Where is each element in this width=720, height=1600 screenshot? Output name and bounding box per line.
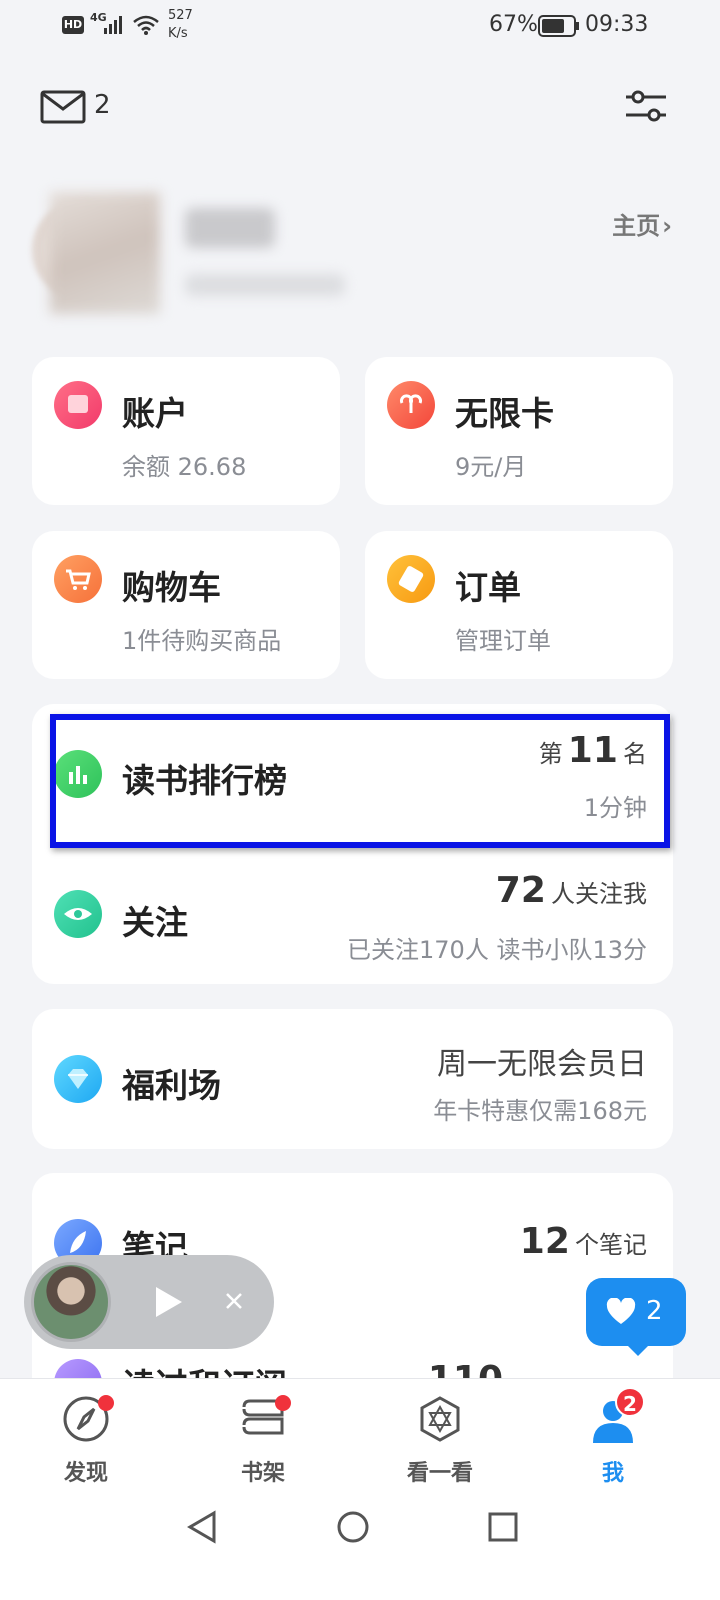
welfare-detail: 年卡特惠仅需168元 [433,1097,647,1125]
hd-label: HD [63,18,83,31]
eye-icon [54,890,102,938]
cart-subtitle: 1件待购买商品 [122,627,282,655]
wallet-icon [54,381,102,429]
follow-row[interactable]: 关注 72 人关注我 已关注170人 读书小队13分 [32,844,673,984]
cart-card[interactable]: 购物车 1件待购买商品 [32,531,340,679]
diamond-icon [54,1055,102,1103]
messages-button[interactable]: 2 [40,88,120,128]
notes-count: 12 个笔记 [520,1221,647,1262]
avatar-blur-photo [50,192,160,314]
followers-count: 72 人关注我 [496,870,647,911]
album-cover[interactable] [31,1262,111,1342]
profile-section[interactable]: 主页› [30,178,680,318]
heart-icon [606,1298,636,1324]
account-balance: 余额 26.68 [122,453,247,481]
home-link[interactable]: 主页› [612,206,672,241]
net-speed-unit: K/s [168,26,188,41]
nav-me-label: 我 [601,1461,624,1486]
settings-sliders-button[interactable] [622,88,670,124]
followers-value: 72 [495,870,546,911]
system-nav-bar [0,1500,720,1600]
infinity-icon [387,381,435,429]
me-badge-count: 2 [623,1392,637,1416]
home-icon[interactable] [336,1510,370,1544]
bubble-pointer [626,1344,650,1356]
nav-discover[interactable]: 发现 [26,1395,146,1495]
notes-count-value: 12 [519,1221,570,1262]
close-icon[interactable] [224,1291,244,1315]
discover-red-dot [98,1395,114,1411]
home-link-label: 主页 [612,212,661,240]
unlimited-title: 无限卡 [455,394,554,433]
recents-icon[interactable] [487,1511,519,1543]
play-icon[interactable] [154,1285,184,1323]
nav-look-label: 看一看 [406,1461,473,1486]
unlimited-card[interactable]: 无限卡 9元/月 [365,357,673,505]
battery-icon [538,15,580,41]
nav-look[interactable]: 看一看 [380,1395,500,1495]
bottom-nav: 发现 书架 看一看 2 我 [0,1378,720,1501]
message-count: 2 [94,90,111,120]
nav-discover-label: 发现 [63,1461,108,1486]
hd-icon: HD [62,16,84,34]
chevron-right-icon: › [662,212,672,240]
order-icon [387,555,435,603]
net-speed-value: 527 [168,8,193,23]
orders-title: 订单 [455,568,521,607]
welfare-title: 福利场 [122,1066,221,1105]
sliders-icon [626,90,666,122]
cart-title: 购物车 [122,568,221,607]
nav-bookshelf[interactable]: 书架 [203,1395,323,1495]
like-bubble-button[interactable]: 2 [586,1278,686,1356]
highlight-box [50,714,670,848]
cart-icon [54,555,102,603]
follow-detail: 已关注170人 读书小队13分 [347,936,647,964]
username-blurred [185,208,275,248]
account-card[interactable]: 账户 余额 26.68 [32,357,340,505]
signal-icon [104,14,128,40]
orders-card[interactable]: 订单 管理订单 [365,531,673,679]
user-info-blurred [185,274,345,296]
bookshelf-red-dot [275,1395,291,1411]
welfare-card[interactable]: 福利场 周一无限会员日 年卡特惠仅需168元 [32,1009,673,1149]
wifi-icon [132,14,160,40]
me-badge: 2 [615,1387,645,1417]
followers-suffix: 人关注我 [551,880,647,908]
nav-me[interactable]: 2 我 [553,1387,673,1495]
back-icon[interactable] [186,1510,218,1544]
like-count: 2 [646,1296,663,1326]
follow-title: 关注 [122,903,188,942]
mail-icon [40,90,86,124]
mini-player[interactable] [24,1255,274,1349]
welfare-headline: 周一无限会员日 [437,1047,647,1082]
nav-bookshelf-label: 书架 [240,1461,285,1486]
notes-count-suffix: 个笔记 [575,1231,647,1259]
battery-percent: 67% [489,12,538,37]
unlimited-price: 9元/月 [455,453,527,481]
account-title: 账户 [122,394,188,433]
orders-subtitle: 管理订单 [455,627,551,655]
clock: 09:33 [585,12,649,37]
status-bar: HD 4G 527 K/s 67% 09:33 [0,0,720,52]
star-hexagon-icon [420,1396,460,1442]
